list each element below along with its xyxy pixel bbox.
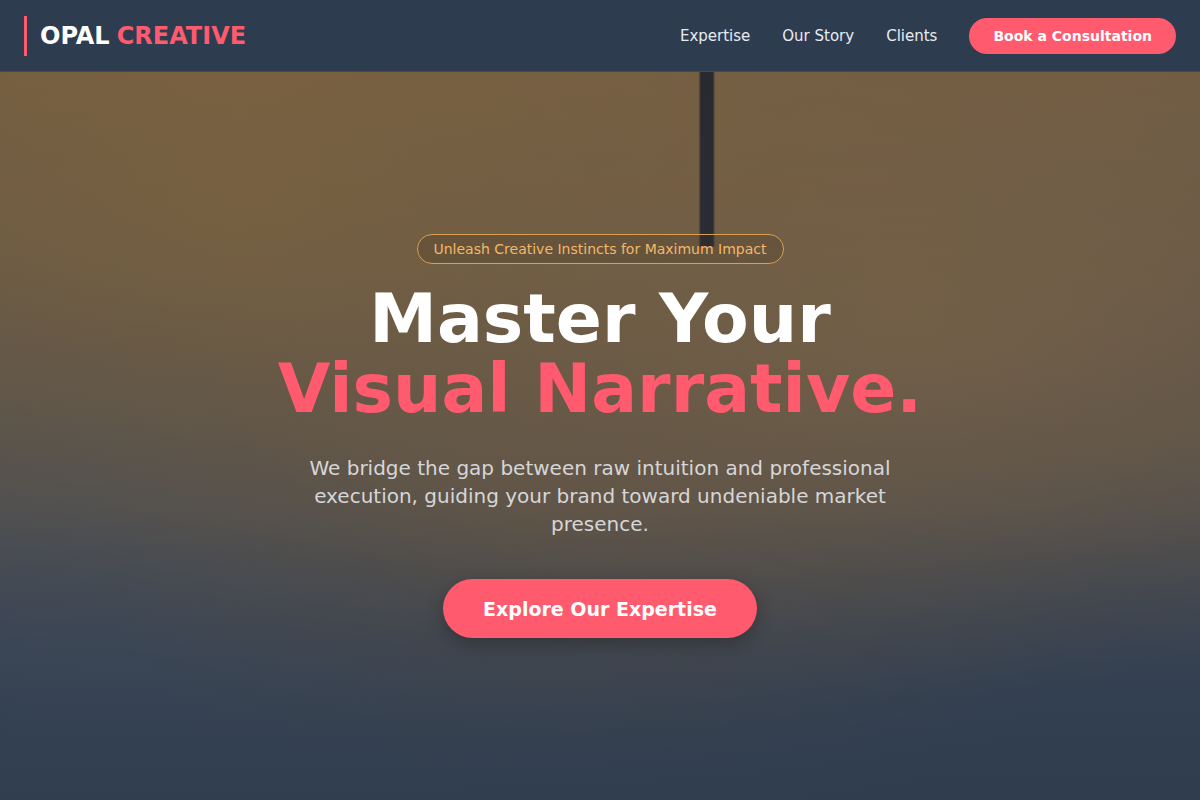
hero: Unleash Creative Instincts for Maximum I… [0,72,1200,800]
consultation-button[interactable]: Book a Consultation [969,18,1176,54]
hero-title: Master YourVisual Narrative. [278,284,922,424]
nav-links: Expertise Our Story Clients Book a Consulta… [680,18,1176,54]
nav-link[interactable]: Our Story [782,27,854,45]
logo-first: OPAL [40,22,110,50]
top-nav: OPALCREATIVE Expertise Our Story Clients Boo… [0,0,1200,72]
nav-link[interactable]: Expertise [680,27,750,45]
explore-button[interactable]: Explore Our Expertise [443,579,757,638]
nav-link[interactable]: Clients [886,27,937,45]
hero-subtitle: We bridge the gap between raw intuition … [300,454,900,538]
title-line-accent: Visual Narrative. [278,354,922,424]
logo-second: CREATIVE [117,22,246,50]
hero-badge: Unleash Creative Instincts for Maximum I… [417,234,784,264]
logo[interactable]: OPALCREATIVE [24,16,246,56]
page: OPALCREATIVE Expertise Our Story Clients Boo… [0,0,1200,800]
title-line: Master Your [369,284,831,354]
logo-bar [24,16,27,56]
